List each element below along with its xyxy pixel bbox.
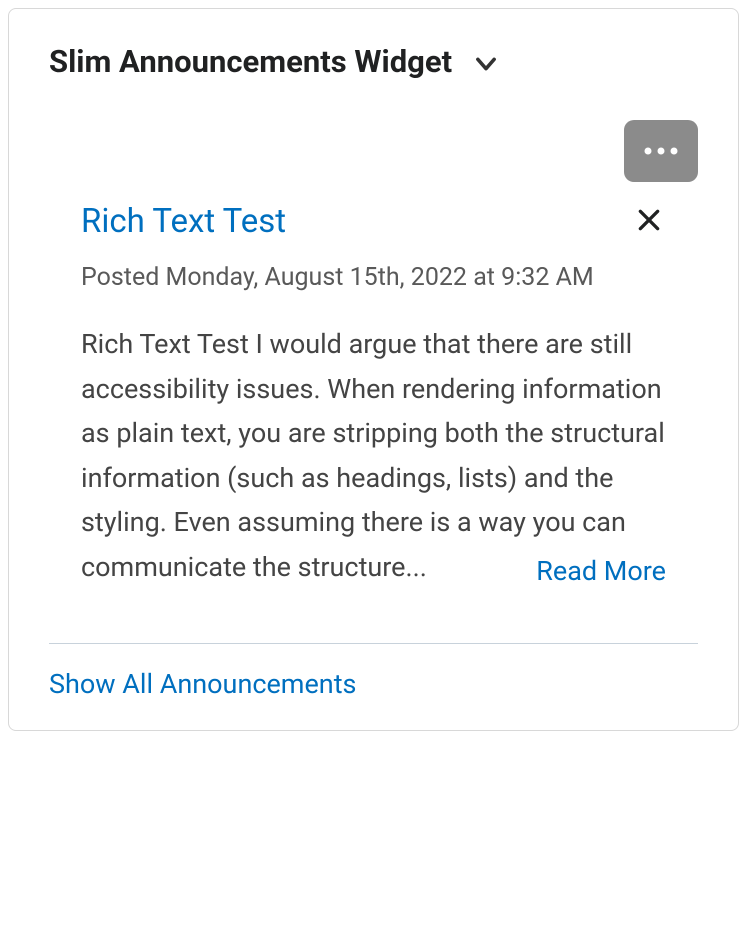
posted-timestamp: Posted Monday, August 15th, 2022 at 9:32… xyxy=(9,241,738,292)
show-all-announcements-link[interactable]: Show All Announcements xyxy=(9,644,738,730)
more-actions-button[interactable] xyxy=(624,120,698,182)
announcement-header: Rich Text Test xyxy=(9,192,738,241)
announcements-widget: Slim Announcements Widget Rich Text Test xyxy=(8,8,739,731)
announcement-title-link[interactable]: Rich Text Test xyxy=(81,202,286,241)
close-icon xyxy=(636,207,662,236)
more-icon xyxy=(642,144,680,159)
announcement-body: Rich Text Test I would argue that there … xyxy=(9,292,738,593)
chevron-down-icon[interactable] xyxy=(472,50,500,78)
actions-row xyxy=(9,100,738,192)
dismiss-button[interactable] xyxy=(632,203,666,240)
widget-header: Slim Announcements Widget xyxy=(9,9,738,100)
read-more-link[interactable]: Read More xyxy=(536,549,666,594)
widget-title: Slim Announcements Widget xyxy=(49,43,452,80)
announcement-body-text: Rich Text Test I would argue that there … xyxy=(81,328,665,583)
